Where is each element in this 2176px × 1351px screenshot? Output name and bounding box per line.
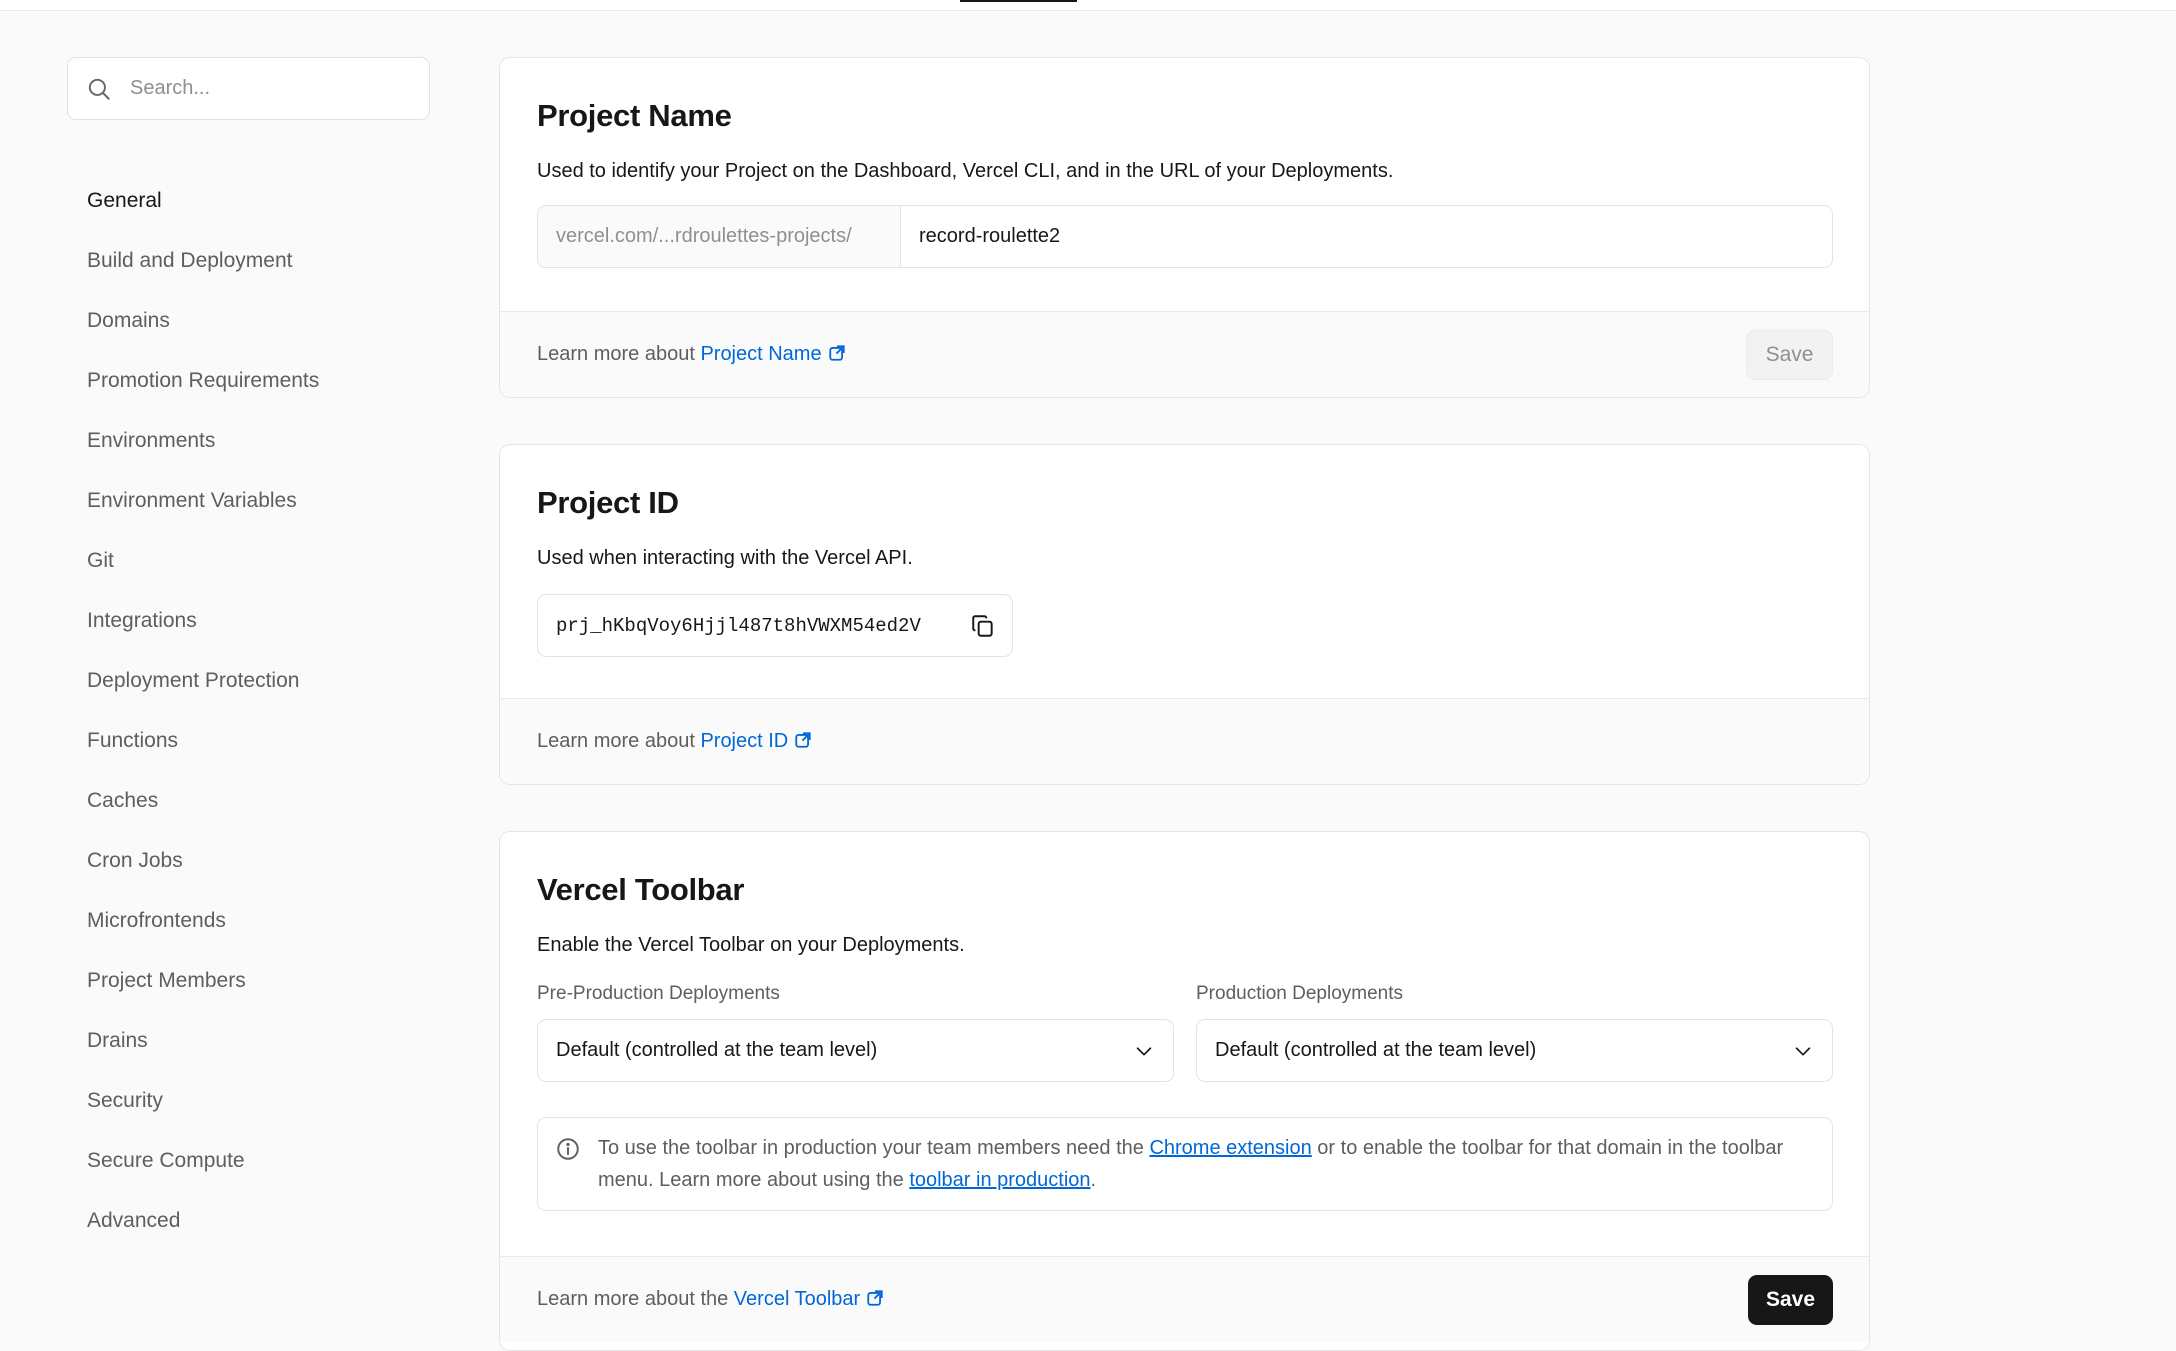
vercel-toolbar-description: Enable the Vercel Toolbar on your Deploy… — [537, 934, 965, 956]
chevron-down-icon — [1136, 1046, 1152, 1055]
sidebar-item-secure-compute[interactable]: Secure Compute — [67, 1144, 431, 1204]
search-input[interactable] — [130, 77, 410, 100]
project-name-docs-link-label: Project Name — [700, 343, 822, 365]
project-name-docs-link[interactable]: Project Name — [700, 343, 845, 365]
project-name-title: Project Name — [537, 98, 732, 133]
sidebar-item-caches[interactable]: Caches — [67, 784, 431, 844]
sidebar-item-git[interactable]: Git — [67, 544, 431, 604]
settings-nav: General Build and Deployment Domains Pro… — [67, 184, 431, 1264]
sidebar-item-general[interactable]: General — [67, 184, 431, 244]
vercel-toolbar-card: Vercel Toolbar Enable the Vercel Toolbar… — [499, 831, 1870, 1351]
project-id-card: Project ID Used when interacting with th… — [499, 444, 1870, 785]
preprod-select-group: Pre-Production Deployments Default (cont… — [537, 983, 1174, 1082]
sidebar-item-functions[interactable]: Functions — [67, 724, 431, 784]
external-link-icon — [867, 1290, 883, 1306]
project-name-footer: Learn more about Project Name Save — [500, 311, 1869, 397]
sidebar-item-integrations[interactable]: Integrations — [67, 604, 431, 664]
search-icon — [88, 78, 110, 100]
project-id-title: Project ID — [537, 485, 679, 520]
vercel-toolbar-title: Vercel Toolbar — [537, 872, 745, 907]
chrome-extension-link[interactable]: Chrome extension — [1149, 1137, 1311, 1159]
toolbar-production-notice: To use the toolbar in production your te… — [537, 1117, 1833, 1211]
project-name-description: Used to identify your Project on the Das… — [537, 160, 1394, 182]
notice-text-3: . — [1090, 1169, 1097, 1191]
prod-label: Production Deployments — [1196, 983, 1403, 1004]
notice-text-1: To use the toolbar in production your te… — [598, 1137, 1150, 1159]
preprod-select-value: Default (controlled at the team level) — [556, 1039, 878, 1061]
preprod-select[interactable]: Default (controlled at the team level) — [537, 1019, 1174, 1082]
external-link-icon — [828, 345, 845, 361]
search-box[interactable] — [67, 57, 430, 120]
vercel-toolbar-docs-link[interactable]: Vercel Toolbar — [734, 1288, 884, 1310]
project-id-box: prj_hKbqVoy6Hjjl487t8hVWXM54ed2V — [537, 594, 1013, 657]
prod-select-group: Production Deployments Default (controll… — [1196, 983, 1833, 1082]
external-link-icon — [795, 732, 811, 748]
sidebar-item-advanced[interactable]: Advanced — [67, 1204, 431, 1264]
sidebar-item-microfrontends[interactable]: Microfrontends — [67, 904, 431, 964]
learn-more-text: Learn more about the Vercel Toolbar — [537, 1288, 884, 1311]
sidebar-item-drains[interactable]: Drains — [67, 1024, 431, 1084]
project-id-docs-link[interactable]: Project ID — [700, 730, 812, 752]
toolbar-selects: Pre-Production Deployments Default (cont… — [537, 983, 1833, 1082]
prod-select[interactable]: Default (controlled at the team level) — [1196, 1019, 1833, 1082]
sidebar-item-cron-jobs[interactable]: Cron Jobs — [67, 844, 431, 904]
project-id-footer: Learn more about Project ID — [500, 698, 1869, 784]
sidebar-item-domains[interactable]: Domains — [67, 304, 431, 364]
project-name-save-button[interactable]: Save — [1746, 329, 1833, 380]
sidebar-item-security[interactable]: Security — [67, 1084, 431, 1144]
project-id-description: Used when interacting with the Vercel AP… — [537, 547, 913, 569]
settings-sidebar: General Build and Deployment Domains Pro… — [67, 57, 431, 1264]
project-name-input[interactable] — [901, 206, 1832, 267]
project-id-value: prj_hKbqVoy6Hjjl487t8hVWXM54ed2V — [556, 614, 921, 637]
learn-more-prefix: Learn more about the — [537, 1288, 734, 1310]
project-name-card: Project Name Used to identify your Proje… — [499, 57, 1870, 398]
project-id-docs-link-label: Project ID — [700, 730, 789, 752]
project-name-field: vercel.com/...rdroulettes-projects/ — [537, 205, 1833, 268]
sidebar-item-promotion-requirements[interactable]: Promotion Requirements — [67, 364, 431, 424]
vercel-toolbar-docs-link-label: Vercel Toolbar — [733, 1288, 861, 1310]
active-tab-indicator — [960, 0, 1077, 2]
preprod-label: Pre-Production Deployments — [537, 983, 780, 1004]
vercel-toolbar-footer: Learn more about the Vercel Toolbar Save — [500, 1256, 1869, 1342]
vercel-toolbar-save-button[interactable]: Save — [1748, 1274, 1833, 1325]
sidebar-item-environments[interactable]: Environments — [67, 424, 431, 484]
sidebar-item-environment-variables[interactable]: Environment Variables — [67, 484, 431, 544]
learn-more-prefix: Learn more about — [537, 730, 701, 752]
top-navigation-bar — [0, 0, 2176, 11]
toolbar-in-production-link[interactable]: toolbar in production — [909, 1169, 1090, 1191]
learn-more-text: Learn more about Project Name — [537, 343, 846, 366]
learn-more-prefix: Learn more about — [537, 343, 701, 365]
sidebar-item-deployment-protection[interactable]: Deployment Protection — [67, 664, 431, 724]
sidebar-item-project-members[interactable]: Project Members — [67, 964, 431, 1024]
prod-select-value: Default (controlled at the team level) — [1215, 1039, 1537, 1061]
chevron-down-icon — [1795, 1046, 1811, 1055]
sidebar-item-build-and-deployment[interactable]: Build and Deployment — [67, 244, 431, 304]
learn-more-text: Learn more about Project ID — [537, 730, 812, 753]
copy-icon[interactable] — [970, 613, 996, 639]
info-icon — [557, 1138, 579, 1160]
project-url-prefix: vercel.com/...rdroulettes-projects/ — [538, 206, 901, 267]
